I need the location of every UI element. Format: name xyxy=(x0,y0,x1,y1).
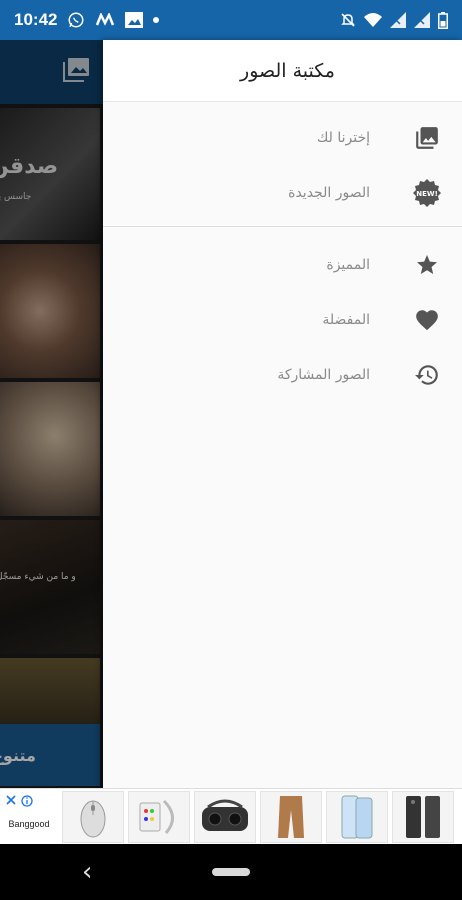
drawer-scrim[interactable] xyxy=(0,40,103,788)
menu-item-label: الصور المشاركة xyxy=(277,366,370,383)
ad-product-vr[interactable] xyxy=(194,790,256,843)
ad-product-led[interactable] xyxy=(128,790,190,843)
menu-group-secondary: المميزة المفضلة الصور المشاركة xyxy=(103,237,462,402)
photo-library-icon xyxy=(412,123,442,153)
ad-brand[interactable]: Banggood xyxy=(0,789,58,845)
signal-icon xyxy=(414,12,430,28)
dot-icon xyxy=(153,17,160,23)
svg-text:NEW!: NEW! xyxy=(416,190,438,198)
signal-icon xyxy=(390,12,406,28)
status-time: 10:42 xyxy=(14,10,58,29)
status-bar: 10:42 xyxy=(0,0,462,40)
wifi-icon xyxy=(364,12,382,28)
menu-item-label: المفضلة xyxy=(322,311,370,328)
menu-item-label: إخترنا لك xyxy=(316,129,370,146)
notification-icons xyxy=(67,11,160,29)
menu-item-label: الصور الجديدة xyxy=(288,184,370,201)
mute-icon xyxy=(340,12,356,28)
star-icon xyxy=(412,250,442,280)
ad-product-mouse[interactable] xyxy=(62,790,124,843)
divider xyxy=(103,226,462,227)
menu-item-featured[interactable]: المميزة xyxy=(103,237,462,292)
navigation-drawer: مكتبة الصور إخترنا لك الصور الجديدة NEW!… xyxy=(103,40,462,788)
ad-product-phone[interactable] xyxy=(326,790,388,843)
drawer-title: مكتبة الصور xyxy=(240,59,335,82)
back-icon[interactable]: ‹ xyxy=(82,857,92,887)
menu-item-label: المميزة xyxy=(326,256,370,273)
system-nav-bar: ‹ xyxy=(0,844,462,900)
drawer-header: مكتبة الصور xyxy=(103,40,462,102)
image-notification-icon xyxy=(125,12,144,28)
system-icons xyxy=(340,11,448,29)
ad-close-icon[interactable] xyxy=(6,792,34,811)
menu-item-shared-photos[interactable]: الصور المشاركة xyxy=(103,347,462,402)
ad-brand-name: Banggood xyxy=(8,818,50,829)
battery-icon xyxy=(438,11,448,29)
menu-item-new-photos[interactable]: الصور الجديدة NEW! xyxy=(103,165,462,220)
history-icon xyxy=(412,360,442,390)
ad-banner[interactable]: Banggood xyxy=(0,788,462,844)
heart-icon xyxy=(412,305,442,335)
m-app-icon xyxy=(95,13,115,27)
new-badge-icon: NEW! xyxy=(412,178,442,208)
home-pill[interactable] xyxy=(212,868,250,876)
ad-product-case[interactable] xyxy=(392,790,454,843)
whatsapp-icon xyxy=(67,11,85,29)
menu-item-favorites[interactable]: المفضلة xyxy=(103,292,462,347)
ad-product-pants[interactable] xyxy=(260,790,322,843)
menu-group-primary: إخترنا لك الصور الجديدة NEW! xyxy=(103,102,462,220)
menu-item-picked-for-you[interactable]: إخترنا لك xyxy=(103,110,462,165)
